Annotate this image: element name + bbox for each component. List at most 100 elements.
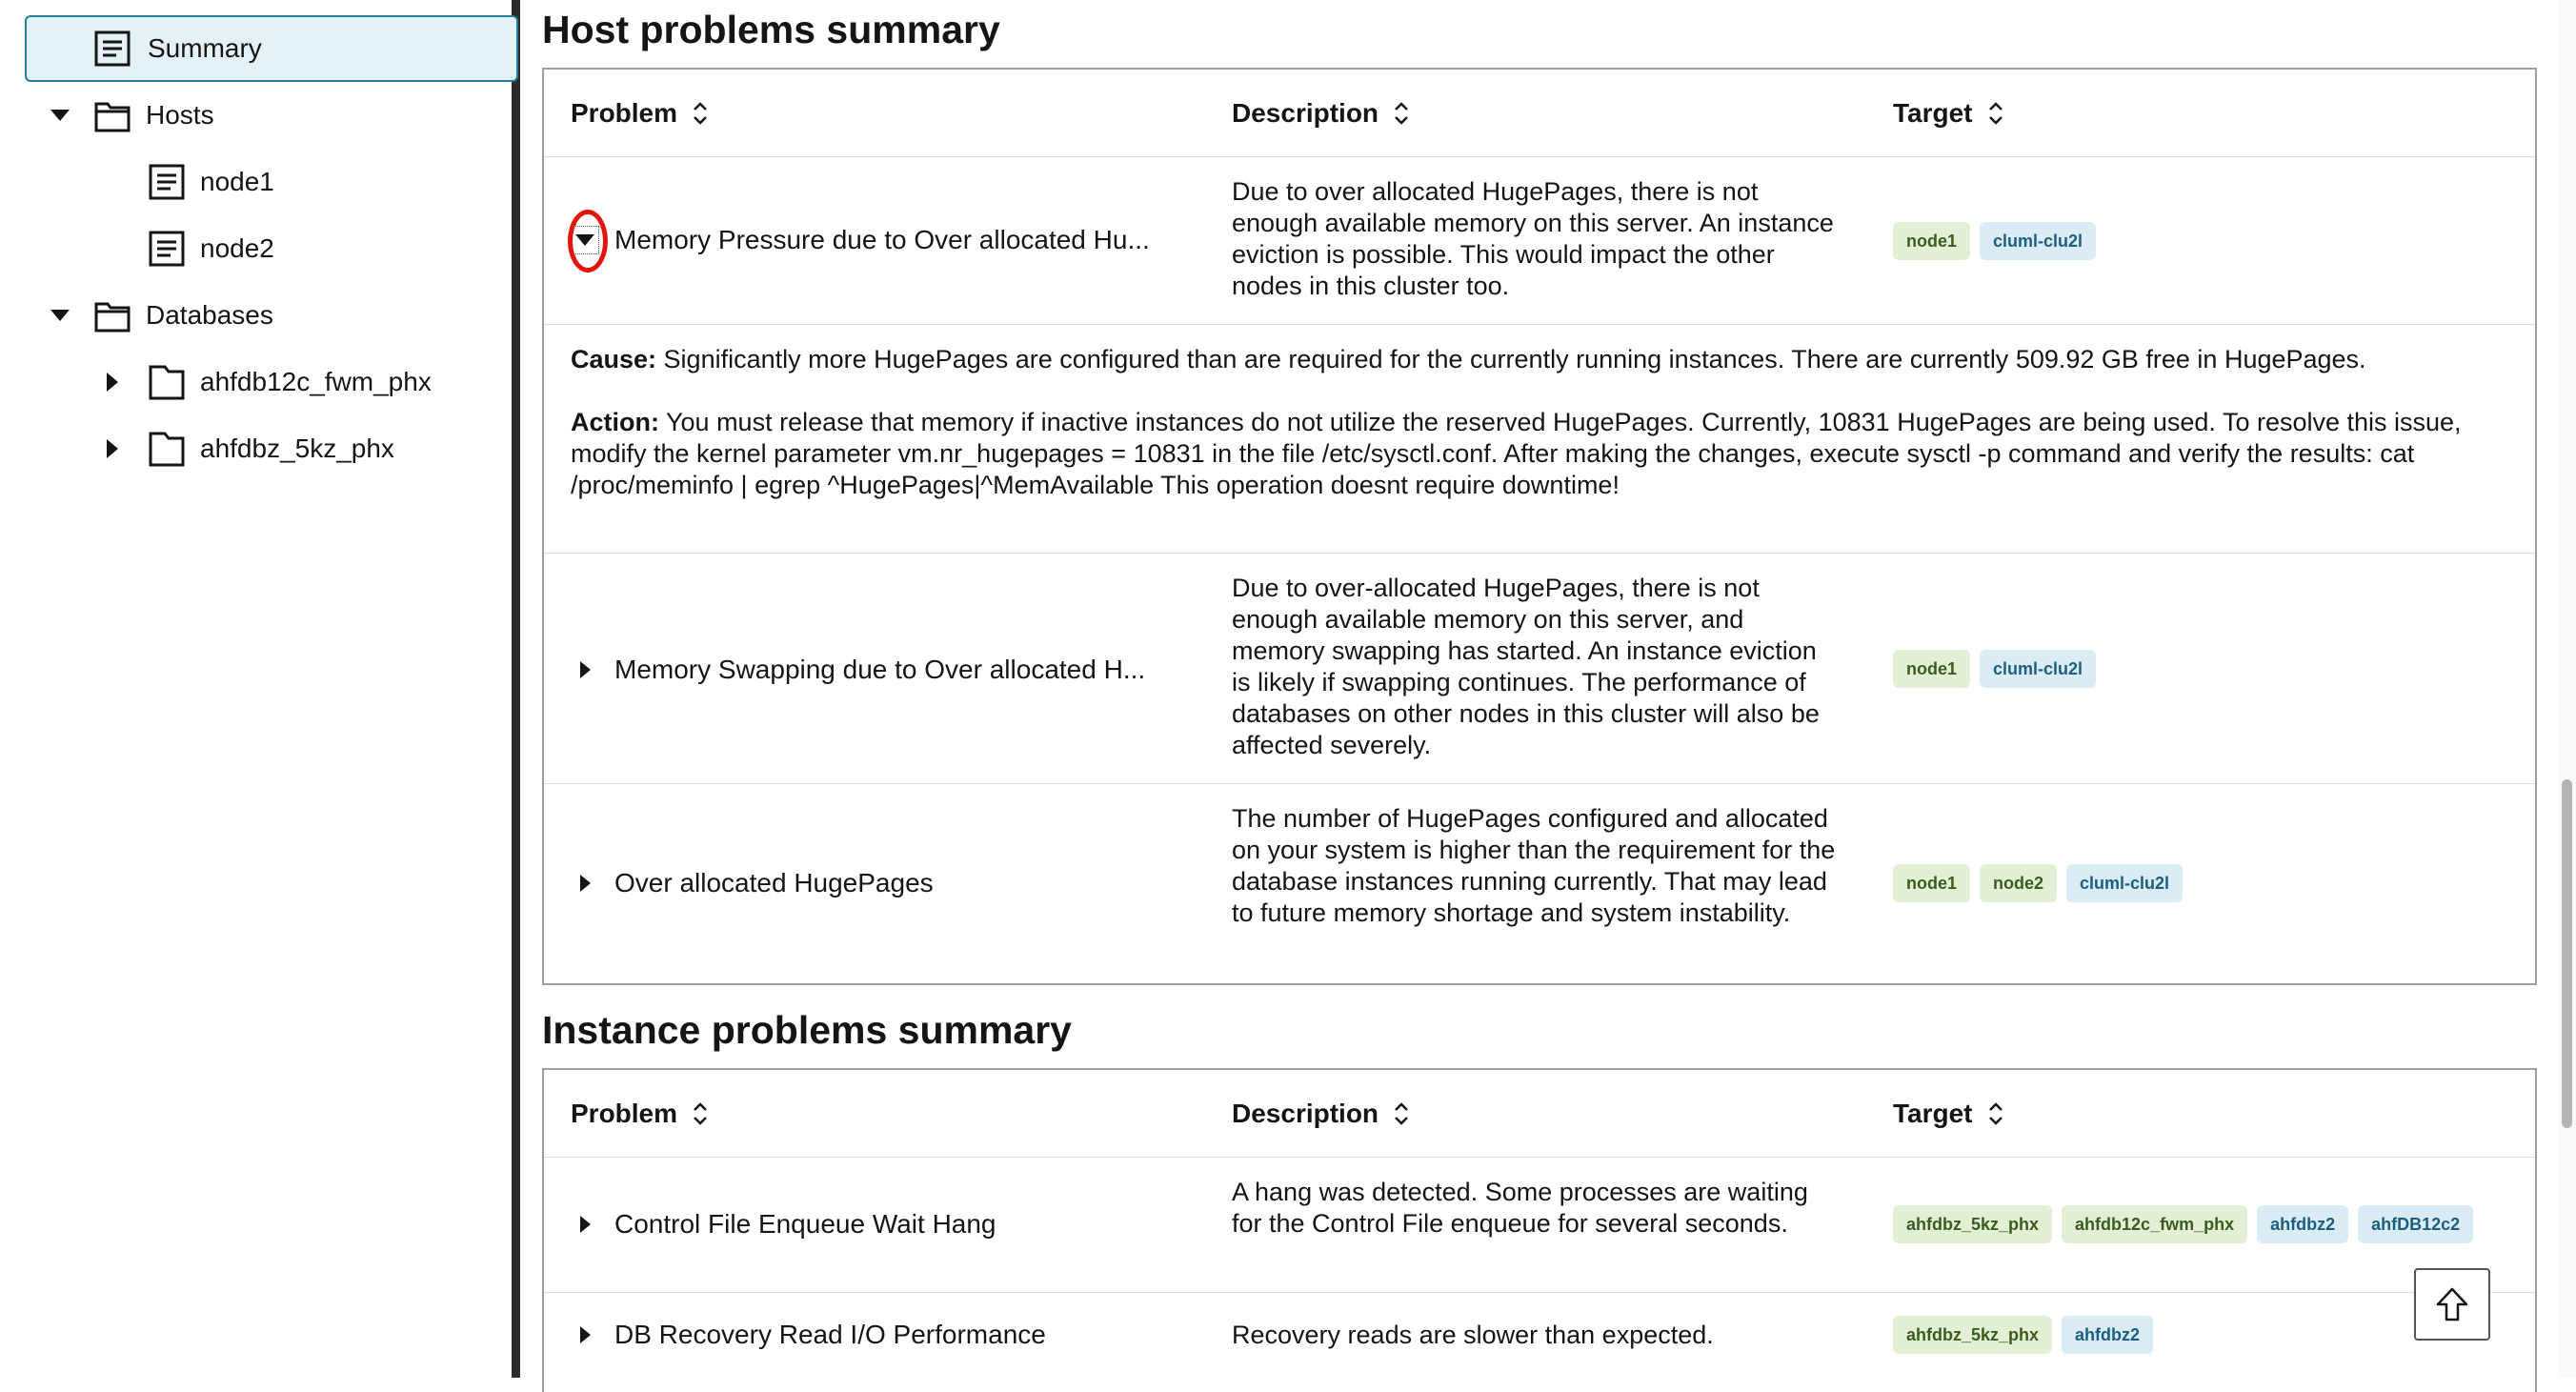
chevron-down-icon[interactable] bbox=[48, 303, 72, 328]
table-row: Over allocated HugePages The number of H… bbox=[544, 784, 2535, 982]
problem-name: Over allocated HugePages bbox=[614, 868, 934, 898]
tree-item-label: Summary bbox=[148, 33, 262, 63]
problem-description: Due to over allocated HugePages, there i… bbox=[1232, 177, 1834, 300]
expand-row-button[interactable] bbox=[571, 1321, 599, 1349]
target-chips: node1 cluml-clu2l bbox=[1893, 222, 2097, 260]
back-to-top-button[interactable] bbox=[2414, 1268, 2490, 1341]
expand-row-button[interactable] bbox=[571, 656, 599, 684]
cause-label: Cause: bbox=[571, 345, 657, 373]
target-chip: ahfDB12c2 bbox=[2358, 1205, 2474, 1243]
sort-icon bbox=[1988, 102, 2002, 125]
problem-cell: DB Recovery Read I/O Performance bbox=[571, 1320, 1046, 1350]
navigation-sidebar: Summary Hosts node1 node2 Databases ahfd… bbox=[0, 0, 520, 1378]
tree-item-summary[interactable]: Summary bbox=[25, 15, 518, 82]
problem-cell: Over allocated HugePages bbox=[571, 868, 934, 898]
target-chip: ahfdbz_5kz_phx bbox=[1893, 1205, 2053, 1243]
target-chip: ahfdbz_5kz_phx bbox=[1893, 1316, 2053, 1354]
column-header-target[interactable]: Target bbox=[1893, 1070, 2005, 1158]
table-row: Memory Swapping due to Over allocated H.… bbox=[544, 554, 2535, 784]
column-header-problem[interactable]: Problem bbox=[571, 70, 710, 157]
problem-cell: Memory Swapping due to Over allocated H.… bbox=[571, 655, 1145, 685]
problem-name: DB Recovery Read I/O Performance bbox=[614, 1320, 1046, 1349]
target-chips: node1 cluml-clu2l bbox=[1893, 650, 2097, 688]
sort-icon bbox=[1395, 1102, 1408, 1125]
problem-description: A hang was detected. Some processes are … bbox=[1232, 1178, 1808, 1238]
tree-item-label: Databases bbox=[146, 300, 273, 330]
table-row: Memory Pressure due to Over allocated Hu… bbox=[544, 157, 2535, 325]
document-icon bbox=[94, 30, 131, 67]
problem-cell: Memory Pressure due to Over allocated Hu… bbox=[568, 210, 1150, 272]
expand-row-button[interactable] bbox=[571, 869, 599, 898]
chevron-right-icon[interactable] bbox=[100, 370, 125, 394]
problem-name: Control File Enqueue Wait Hang bbox=[614, 1209, 996, 1239]
arrow-up-icon bbox=[2436, 1287, 2468, 1321]
cause-text: Cause: Significantly more HugePages are … bbox=[571, 345, 2366, 373]
column-header-description[interactable]: Description bbox=[1232, 1070, 1411, 1158]
folder-icon bbox=[94, 302, 131, 333]
problem-description: The number of HugePages configured and a… bbox=[1232, 804, 1836, 927]
row-detail-panel: Cause: Significantly more HugePages are … bbox=[544, 325, 2535, 554]
tree-item-node2[interactable]: node2 bbox=[0, 215, 514, 282]
scrollbar-thumb[interactable] bbox=[2562, 779, 2572, 1128]
target-chip: ahfdb12c_fwm_phx bbox=[2062, 1205, 2248, 1243]
column-header-target[interactable]: Target bbox=[1893, 70, 2005, 157]
target-chip: node2 bbox=[1980, 864, 2058, 902]
sort-icon bbox=[694, 1102, 707, 1125]
column-header-problem[interactable]: Problem bbox=[571, 1070, 710, 1158]
problem-name: Memory Pressure due to Over allocated Hu… bbox=[614, 225, 1150, 254]
problem-description: Due to over-allocated HugePages, there i… bbox=[1232, 574, 1820, 759]
chevron-right-icon[interactable] bbox=[100, 436, 125, 461]
instance-problems-title: Instance problems summary bbox=[542, 1008, 1072, 1052]
caret-right-icon bbox=[579, 661, 591, 678]
folder-icon bbox=[149, 432, 185, 467]
tree-item-label: ahfdb12c_fwm_phx bbox=[200, 367, 432, 396]
table-row: Control File Enqueue Wait Hang A hang wa… bbox=[544, 1158, 2535, 1293]
action-label: Action: bbox=[571, 408, 659, 436]
tree-item-ahfdb12c-fwm-phx[interactable]: ahfdb12c_fwm_phx bbox=[0, 349, 514, 415]
sort-icon bbox=[1395, 102, 1408, 125]
document-icon bbox=[149, 231, 185, 267]
caret-right-icon bbox=[579, 1326, 591, 1343]
action-text: Action: You must release that memory if … bbox=[571, 408, 2462, 499]
caret-right-icon bbox=[579, 875, 591, 892]
target-chip: ahfdbz2 bbox=[2062, 1316, 2154, 1354]
target-chip: cluml-clu2l bbox=[2066, 864, 2184, 902]
collapse-row-button[interactable] bbox=[568, 210, 608, 272]
sort-icon bbox=[1988, 1102, 2002, 1125]
tree-item-ahfdbz-5kz-phx[interactable]: ahfdbz_5kz_phx bbox=[0, 415, 514, 482]
target-chip: node1 bbox=[1893, 650, 1971, 688]
target-chips: ahfdbz_5kz_phx ahfdb12c_fwm_phx ahfdbz2 … bbox=[1893, 1205, 2474, 1243]
target-chips: ahfdbz_5kz_phx ahfdbz2 bbox=[1893, 1316, 2154, 1354]
caret-right-icon bbox=[579, 1216, 591, 1233]
host-problems-title: Host problems summary bbox=[542, 8, 1000, 51]
target-chip: ahfdbz2 bbox=[2257, 1205, 2349, 1243]
tree-item-label: node2 bbox=[200, 233, 274, 263]
tree-item-label: ahfdbz_5kz_phx bbox=[200, 434, 394, 463]
tree-item-hosts[interactable]: Hosts bbox=[0, 82, 514, 149]
column-header-description[interactable]: Description bbox=[1232, 70, 1411, 157]
problem-cell: Control File Enqueue Wait Hang bbox=[571, 1209, 996, 1240]
tree-item-label: node1 bbox=[200, 167, 274, 196]
target-chips: node1 node2 cluml-clu2l bbox=[1893, 864, 2184, 902]
host-problems-table: Problem Description Target Memory Pressu… bbox=[542, 68, 2537, 985]
target-chip: node1 bbox=[1893, 864, 1971, 902]
problem-description: Recovery reads are slower than expected. bbox=[1232, 1321, 1714, 1349]
problem-name: Memory Swapping due to Over allocated H.… bbox=[614, 655, 1146, 684]
target-chip: cluml-clu2l bbox=[1980, 222, 2097, 260]
instance-problems-table: Problem Description Target Control File … bbox=[542, 1068, 2537, 1392]
highlight-ring bbox=[568, 210, 608, 272]
tree-item-node1[interactable]: node1 bbox=[0, 149, 514, 215]
sort-icon bbox=[694, 102, 707, 125]
table-row: DB Recovery Read I/O Performance Recover… bbox=[544, 1293, 2535, 1379]
folder-icon bbox=[94, 102, 131, 132]
document-icon bbox=[149, 164, 185, 200]
vertical-scrollbar[interactable] bbox=[2558, 0, 2576, 1378]
main-content: Host problems summary Problem Descriptio… bbox=[529, 0, 2558, 1392]
table-header: Problem Description Target bbox=[544, 70, 2535, 157]
folder-icon bbox=[149, 365, 185, 400]
tree-item-databases[interactable]: Databases bbox=[0, 282, 514, 349]
chevron-down-icon[interactable] bbox=[48, 103, 72, 128]
expand-row-button[interactable] bbox=[571, 1210, 599, 1239]
target-chip: node1 bbox=[1893, 222, 1971, 260]
target-chip: cluml-clu2l bbox=[1980, 650, 2097, 688]
